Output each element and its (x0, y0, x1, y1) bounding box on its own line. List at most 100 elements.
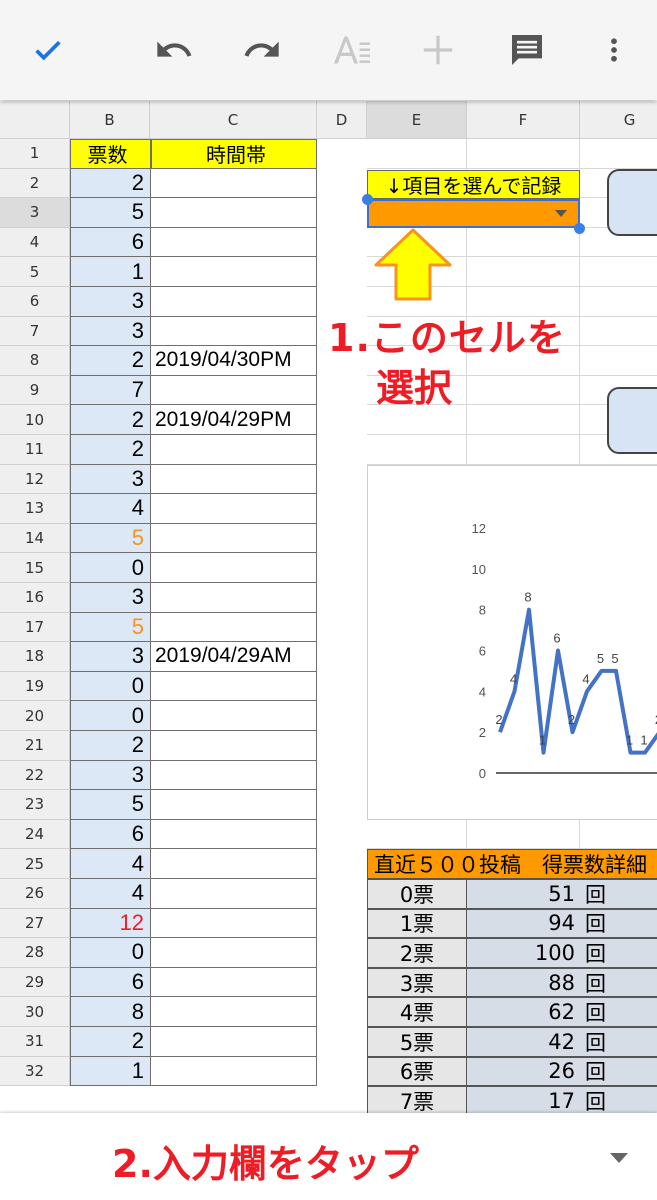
row-header-16[interactable]: 16 (0, 583, 70, 613)
vote-count-cell[interactable]: 2 (70, 731, 151, 761)
vote-bucket-label[interactable]: 3票 (367, 967, 467, 998)
grid-cell[interactable] (367, 139, 467, 169)
vote-bucket-count-cell[interactable]: 100 回 (466, 938, 657, 968)
grid-cell[interactable] (467, 257, 580, 287)
time-cell[interactable] (151, 1056, 317, 1087)
row-header-26[interactable]: 26 (0, 879, 70, 909)
time-cell[interactable] (151, 583, 317, 613)
row-header-21[interactable]: 21 (0, 731, 70, 761)
time-cell[interactable] (151, 553, 317, 583)
time-cell[interactable] (151, 287, 317, 317)
vote-bucket-count-cell[interactable]: 62 回 (466, 997, 657, 1027)
spreadsheet-grid[interactable]: BCDEFG 1 票数 時間帯 2 2 3 5 4 6 5 1 6 3 7 3 8 2 2019/04/30PM 9… (0, 101, 657, 1113)
column-header-e[interactable]: E (367, 101, 467, 139)
row-header-6[interactable]: 6 (0, 287, 70, 317)
time-cell[interactable] (151, 198, 317, 228)
vote-bucket-label[interactable]: 5票 (367, 1027, 467, 1057)
more-vert-icon[interactable] (590, 26, 638, 74)
time-cell[interactable] (151, 1027, 317, 1057)
time-cell[interactable] (151, 908, 317, 939)
grid-cell[interactable] (580, 317, 657, 347)
time-cell[interactable]: 2019/04/29PM (151, 405, 317, 435)
row-header-12[interactable]: 12 (0, 464, 70, 495)
row-header-14[interactable]: 14 (0, 523, 70, 554)
vote-bucket-count-cell[interactable]: 51 回 (466, 879, 657, 909)
vote-count-cell[interactable]: 7 (70, 375, 151, 406)
corner-header[interactable] (0, 101, 70, 139)
row-header-2[interactable]: 2 (0, 168, 70, 199)
row-header-7[interactable]: 7 (0, 316, 70, 347)
vote-count-cell[interactable]: 4 (70, 849, 151, 879)
vote-bucket-label[interactable]: 6票 (367, 1056, 467, 1087)
vote-count-cell[interactable]: 1 (70, 1056, 151, 1087)
grid-cell[interactable] (467, 435, 580, 465)
time-header-cell[interactable]: 時間帯 (151, 139, 317, 169)
time-cell[interactable] (151, 701, 317, 731)
row-header-29[interactable]: 29 (0, 967, 70, 998)
text-format-icon[interactable] (328, 26, 376, 74)
vote-bucket-count-cell[interactable]: 42 回 (466, 1027, 657, 1057)
time-cell[interactable]: 2019/04/29AM (151, 642, 317, 672)
input-bar[interactable]: 2.入力欄をタップ (0, 1113, 657, 1200)
row-header-10[interactable]: 10 (0, 405, 70, 435)
vote-count-cell[interactable]: 8 (70, 997, 151, 1027)
vote-bucket-count-cell[interactable]: 88 回 (466, 967, 657, 998)
vote-count-cell[interactable]: 5 (70, 612, 151, 643)
time-cell[interactable] (151, 819, 317, 850)
row-header-5[interactable]: 5 (0, 257, 70, 287)
vote-count-cell[interactable]: 2 (70, 405, 151, 435)
row-header-32[interactable]: 32 (0, 1056, 70, 1087)
grid-cell[interactable] (580, 346, 657, 376)
row-header-23[interactable]: 23 (0, 790, 70, 820)
time-cell[interactable] (151, 731, 317, 761)
redo-icon[interactable] (238, 26, 286, 74)
time-cell[interactable] (151, 227, 317, 258)
vote-count-cell[interactable]: 12 (70, 908, 151, 939)
vote-count-cell[interactable]: 0 (70, 553, 151, 583)
time-cell[interactable] (151, 671, 317, 702)
grid-cell[interactable] (467, 405, 580, 435)
vote-count-cell[interactable]: 3 (70, 760, 151, 791)
time-cell[interactable] (151, 464, 317, 495)
chart-area[interactable]: 024681012248162455112 (367, 465, 657, 820)
vote-bucket-count-cell[interactable]: 94 回 (466, 908, 657, 939)
row-header-4[interactable]: 4 (0, 227, 70, 258)
row-header-3[interactable]: 3 (0, 198, 70, 228)
column-header-d[interactable]: D (317, 101, 367, 139)
row-header-8[interactable]: 8 (0, 346, 70, 376)
vote-bucket-count-cell[interactable]: 26 回 (466, 1056, 657, 1087)
vote-bucket-label[interactable]: 2票 (367, 938, 467, 968)
column-header-b[interactable]: B (70, 101, 150, 139)
add-icon[interactable] (414, 26, 462, 74)
dropdown-arrow-icon[interactable] (554, 209, 568, 219)
vote-count-cell[interactable]: 0 (70, 701, 151, 731)
column-header-g[interactable]: G (580, 101, 657, 139)
grid-cell[interactable] (467, 375, 580, 406)
time-cell[interactable] (151, 760, 317, 791)
row-header-27[interactable]: 27 (0, 908, 70, 939)
row-header-15[interactable]: 15 (0, 553, 70, 583)
vote-count-cell[interactable]: 2 (70, 346, 151, 376)
vote-count-cell[interactable]: 6 (70, 227, 151, 258)
time-cell[interactable] (151, 612, 317, 643)
grid-cell[interactable] (467, 227, 580, 258)
time-cell[interactable] (151, 879, 317, 909)
vote-count-cell[interactable]: 5 (70, 790, 151, 820)
vote-count-cell[interactable]: 5 (70, 523, 151, 554)
column-header-f[interactable]: F (467, 101, 580, 139)
vote-count-cell[interactable]: 1 (70, 257, 151, 287)
vote-count-cell[interactable]: 3 (70, 642, 151, 672)
vote-bucket-count-cell[interactable]: 17 回 (466, 1086, 657, 1113)
row-header-28[interactable]: 28 (0, 938, 70, 968)
vote-count-cell[interactable]: 3 (70, 464, 151, 495)
comment-icon[interactable] (503, 26, 551, 74)
record-button[interactable] (607, 169, 657, 236)
vote-bucket-label[interactable]: 0票 (367, 879, 467, 909)
vote-count-cell[interactable]: 4 (70, 879, 151, 909)
row-header-24[interactable]: 24 (0, 819, 70, 850)
time-cell[interactable] (151, 316, 317, 347)
time-cell[interactable] (151, 849, 317, 879)
selection-handle-top[interactable] (362, 194, 373, 205)
vote-count-cell[interactable]: 6 (70, 819, 151, 850)
time-cell[interactable] (151, 967, 317, 998)
